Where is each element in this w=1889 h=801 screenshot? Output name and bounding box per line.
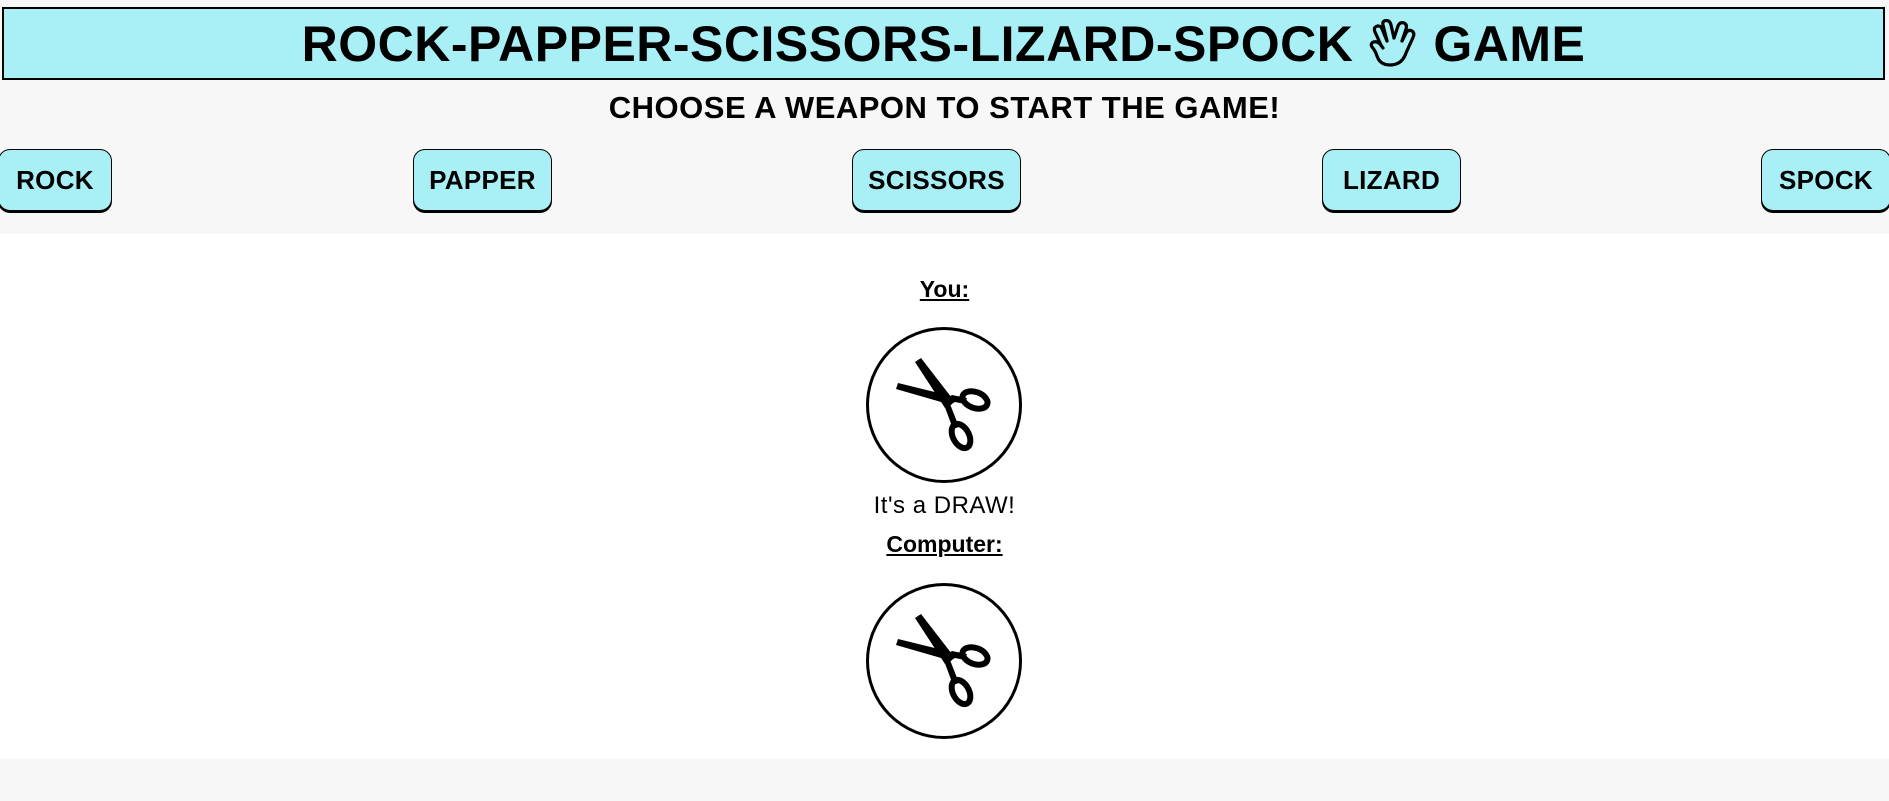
game-title: ROCK-PAPPER-SCISSORS-LIZARD-SPOCK: [301, 15, 1354, 72]
lizard-button[interactable]: LIZARD: [1322, 149, 1461, 211]
player-choice: [866, 327, 1022, 483]
instructions-subtitle: CHOOSE A WEAPON TO START THE GAME!: [608, 90, 1281, 125]
computer-label: Computer:: [886, 531, 1003, 557]
papper-button[interactable]: PAPPER: [413, 149, 552, 211]
scissors-icon: [879, 594, 1009, 729]
game-title-suffix: GAME: [1433, 15, 1586, 72]
scissors-icon: [879, 338, 1009, 473]
rock-button[interactable]: ROCK: [0, 149, 112, 211]
game-board: You: It's a DRAW! Computer:: [0, 234, 1889, 759]
scissors-button[interactable]: SCISSORS: [852, 149, 1021, 211]
computer-choice: [866, 583, 1022, 739]
player-label: You:: [919, 276, 970, 302]
spock-hand-icon: [1367, 18, 1419, 70]
spock-button[interactable]: SPOCK: [1761, 149, 1889, 211]
result-message: It's a DRAW!: [873, 492, 1016, 519]
game-header: ROCK-PAPPER-SCISSORS-LIZARD-SPOCK GAME: [2, 7, 1885, 80]
weapon-choices: ROCK PAPPER SCISSORS LIZARD SPOCK: [0, 149, 1889, 213]
